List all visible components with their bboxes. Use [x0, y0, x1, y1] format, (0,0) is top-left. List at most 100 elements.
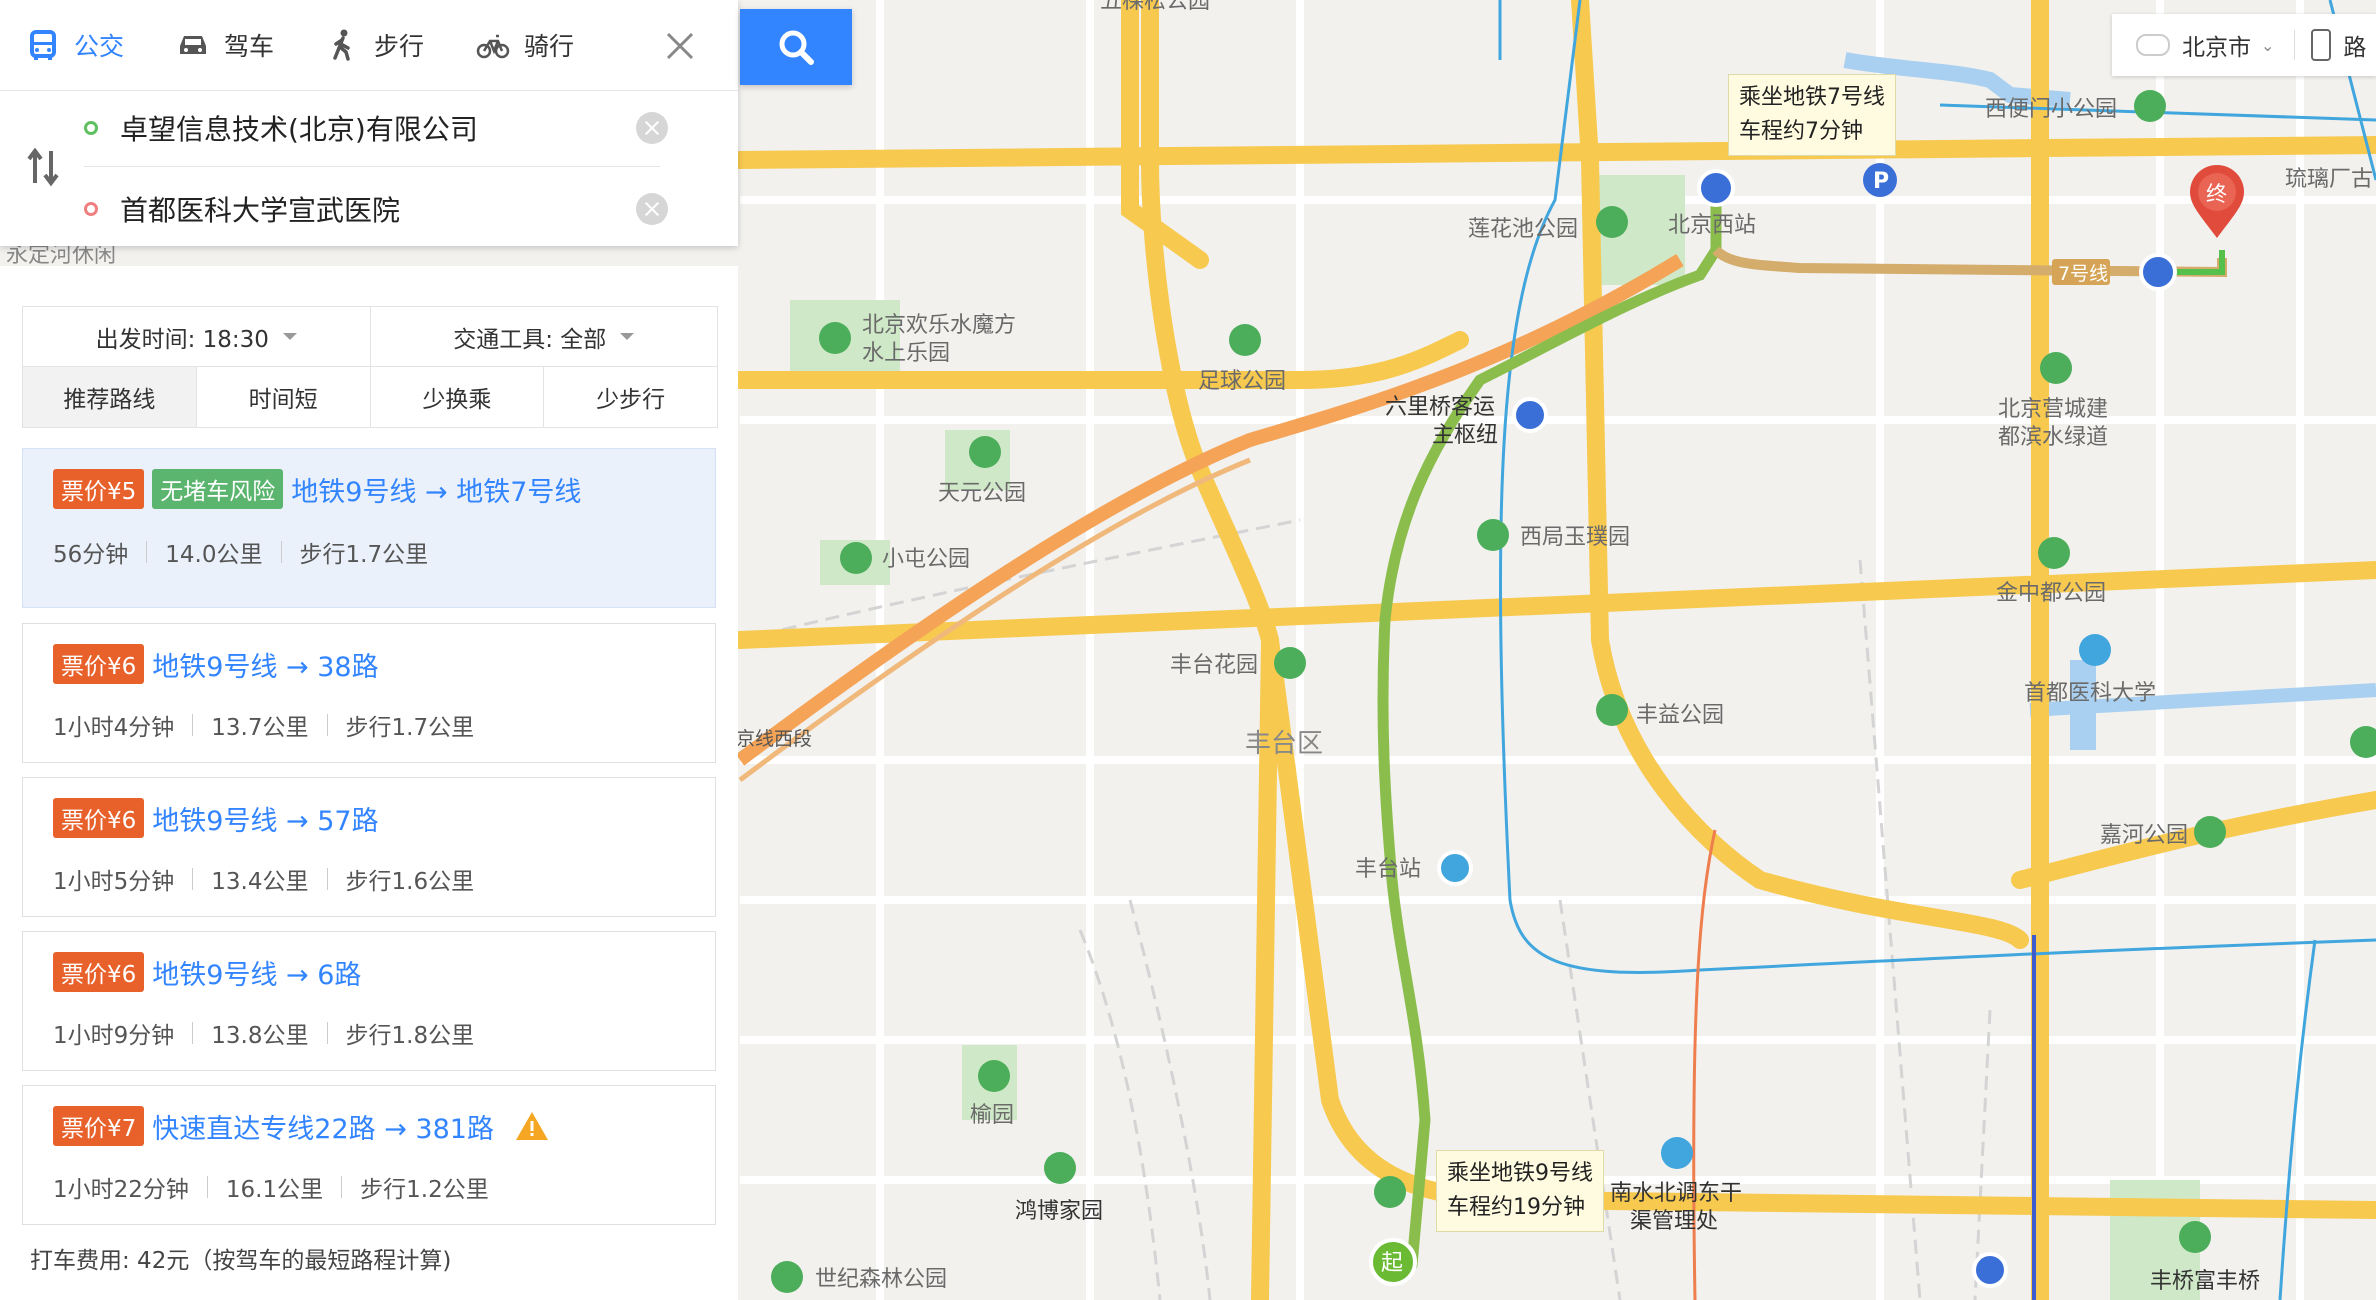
start-label: 起	[1381, 1251, 1403, 1276]
destination-field[interactable]: 首都医科大学宣武医院	[84, 173, 668, 245]
map-label: 金中都公园	[1996, 581, 2106, 606]
route-time: 1小时4分钟	[53, 715, 175, 741]
tab-walk[interactable]: 步行	[300, 0, 450, 90]
map-tooltip-line7: 乘坐地铁7号线 车程约7分钟	[1728, 74, 1896, 156]
route-title[interactable]: 地铁9号线 → 地铁7号线	[291, 470, 581, 509]
route-time: 1小时22分钟	[53, 1177, 189, 1203]
tab-label: 步行	[374, 32, 425, 61]
bike-icon	[476, 34, 510, 59]
divider	[84, 166, 660, 167]
map-label: 北京西站	[1668, 213, 1756, 238]
tab-bus[interactable]: 公交	[0, 0, 150, 90]
tab-label: 公交	[74, 32, 125, 61]
search-button[interactable]	[740, 9, 852, 85]
map-label: 琉璃厂古	[2285, 167, 2373, 192]
search-icon	[779, 30, 814, 65]
route-title[interactable]: 地铁9号线 → 6路	[152, 953, 361, 992]
traffic-icon[interactable]	[2311, 29, 2332, 61]
caret-down-icon	[620, 333, 635, 340]
route-card[interactable]: 票价¥7 快速直达专线22路 → 381路 1小时22分钟 16.1公里 步行1.2…	[22, 1085, 716, 1225]
origin-text[interactable]: 卓望信息技术(北京)有限公司	[120, 108, 478, 148]
route-inputs: 卓望信息技术(北京)有限公司 首都医科大学宣武医院	[0, 92, 738, 246]
route-walk: 步行1.6公里	[345, 869, 475, 895]
price-badge: 票价¥5	[53, 469, 145, 509]
sort-less-walking[interactable]: 少步行	[544, 367, 717, 427]
swap-icon[interactable]	[26, 147, 60, 187]
route-card[interactable]: 票价¥6 地铁9号线 → 6路 1小时9分钟 13.8公里 步行1.8公里	[22, 931, 716, 1071]
tab-drive[interactable]: 驾车	[150, 0, 300, 90]
price-badge: 票价¥6	[53, 798, 145, 838]
tooltip-text: 车程约7分钟	[1739, 119, 1863, 144]
tab-label: 骑行	[524, 32, 575, 61]
map-label: 都滨水绿道	[1998, 425, 2108, 450]
route-search-panel: 公交 驾车 步行 骑行 卓望信息技术(北京)有限公司 首都医科大学宣武医院	[0, 0, 738, 246]
route-card[interactable]: 票价¥6 地铁9号线 → 38路 1小时4分钟 13.7公里 步行1.7公里	[22, 623, 716, 763]
map-label: 莲花池公园	[1468, 217, 1578, 242]
route-card[interactable]: 票价¥5 无堵车风险 地铁9号线 → 地铁7号线 56分钟 14.0公里 步行1.7…	[22, 448, 716, 608]
close-icon[interactable]	[660, 26, 700, 66]
origin-field[interactable]: 卓望信息技术(北京)有限公司	[84, 92, 668, 164]
route-time: 56分钟	[53, 542, 129, 568]
line7-label: 7号线	[2058, 263, 2108, 285]
route-walk: 步行1.8公里	[345, 1023, 475, 1049]
tab-label: 驾车	[224, 32, 275, 61]
price-badge: 票价¥6	[53, 644, 145, 684]
svg-text:P: P	[1873, 169, 1889, 194]
destination-text[interactable]: 首都医科大学宣武医院	[120, 189, 400, 229]
map-label: 丰桥富丰桥	[2150, 1269, 2260, 1294]
route-distance: 13.4公里	[211, 869, 309, 895]
map-label: 北京营城建	[1998, 397, 2108, 422]
walk-icon	[333, 29, 350, 61]
depart-label: 出发时间: 18:30	[95, 326, 269, 353]
end-label: 终	[2206, 182, 2227, 206]
map-label: 西局玉璞园	[1520, 525, 1630, 550]
divider	[2294, 30, 2296, 60]
map-label: 六里桥客运	[1385, 395, 1495, 420]
filter-grid: 出发时间: 18:30 交通工具: 全部 推荐路线 时间短 少换乘 少步行	[22, 306, 718, 428]
bus-station-icon	[1697, 169, 1735, 207]
origin-dot-icon	[84, 121, 98, 135]
clear-origin-icon[interactable]	[636, 112, 668, 144]
transport-mode-tabs: 公交 驾车 步行 骑行	[0, 0, 738, 91]
route-title[interactable]: 地铁9号线 → 57路	[152, 799, 378, 838]
route-distance: 14.0公里	[165, 542, 263, 568]
map-label: 榆园	[970, 1103, 1014, 1128]
chevron-down-icon: ⌄	[2261, 35, 2275, 55]
sort-recommended[interactable]: 推荐路线	[23, 367, 197, 427]
map-label: 京线西段	[736, 728, 812, 750]
map-label: 嘉河公园	[2100, 823, 2188, 848]
route-time: 1小时5分钟	[53, 869, 175, 895]
map-label: 丰台花园	[1170, 653, 1258, 678]
start-marker-icon[interactable]: 起	[1369, 1238, 1417, 1286]
tab-bike[interactable]: 骑行	[450, 0, 600, 90]
route-title[interactable]: 快速直达专线22路 → 381路	[152, 1107, 494, 1146]
clear-destination-icon[interactable]	[636, 193, 668, 225]
map-label: 丰益公园	[1636, 703, 1724, 728]
destination-dot-icon	[84, 202, 98, 216]
roadcondition-label[interactable]: 路	[2343, 28, 2366, 62]
map-label: 南水北调东干	[1610, 1181, 1742, 1206]
sort-shortest-time[interactable]: 时间短	[197, 367, 371, 427]
map-label: 五棵松公园	[1100, 0, 1210, 14]
map-label: 北京欢乐水魔方	[862, 313, 1016, 338]
depart-time-select[interactable]: 出发时间: 18:30	[23, 307, 371, 367]
route-walk: 步行1.7公里	[345, 715, 475, 741]
city-selector[interactable]: 北京市 ⌄ 路	[2112, 14, 2376, 76]
map-label: 鸿博家园	[1015, 1199, 1103, 1224]
map-label: 水上乐园	[862, 341, 950, 366]
map-label: 永定河休闲	[6, 243, 116, 268]
route-distance: 13.8公里	[211, 1023, 309, 1049]
tool-select[interactable]: 交通工具: 全部	[370, 307, 717, 367]
map-label: 主枢纽	[1432, 423, 1498, 448]
warning-icon[interactable]	[514, 1110, 550, 1142]
city-name: 北京市	[2182, 35, 2251, 61]
tooltip-text: 乘坐地铁7号线	[1739, 85, 1885, 110]
route-card[interactable]: 票价¥6 地铁9号线 → 57路 1小时5分钟 13.4公里 步行1.6公里	[22, 777, 716, 917]
route-walk: 步行1.2公里	[360, 1177, 489, 1203]
route-title[interactable]: 地铁9号线 → 38路	[152, 645, 378, 684]
district-label: 丰台区	[1245, 729, 1323, 759]
cloud-icon	[2136, 34, 2170, 56]
car-icon	[180, 36, 207, 54]
route-time: 1小时9分钟	[53, 1023, 175, 1049]
sort-fewer-transfers[interactable]: 少换乘	[371, 367, 545, 427]
